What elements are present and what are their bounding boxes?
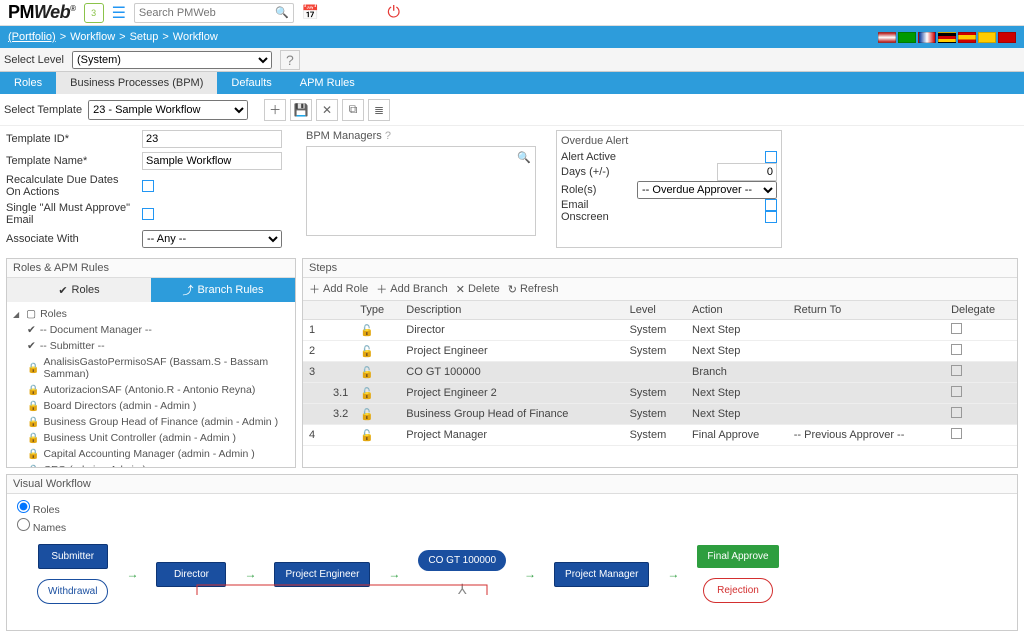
arrow-icon: → <box>126 567 138 581</box>
list-item[interactable]: 🔒AutorizacionSAF (Antonio.R - Antonio Re… <box>13 382 289 398</box>
overdue-title: Overdue Alert <box>561 135 777 147</box>
template-id-label: Template ID* <box>6 133 136 145</box>
add-role-button[interactable]: ＋Add Role <box>309 281 368 297</box>
subtab-branch[interactable]: ⤴Branch Rules <box>151 278 295 302</box>
list-item[interactable]: 🔒CEO (admin - Admin ) <box>13 462 289 467</box>
help-icon[interactable]: ? <box>280 50 300 70</box>
save-button[interactable]: 💾 <box>290 99 312 121</box>
node-rejection[interactable]: Rejection <box>703 578 773 603</box>
template-name-field[interactable] <box>142 152 282 170</box>
steps-table[interactable]: Type Description Level Action Return To … <box>303 301 1017 446</box>
node-submitter[interactable]: Submitter <box>38 544 108 569</box>
node-final[interactable]: Final Approve <box>697 545 778 568</box>
bpm-managers-label: BPM Managers ? <box>306 130 536 142</box>
overdue-roles-dropdown[interactable]: -- Overdue Approver -- <box>637 181 777 199</box>
table-row[interactable]: 3.2🔓Business Group Head of FinanceSystem… <box>303 404 1017 425</box>
bpm-managers-box[interactable]: 🔍 <box>306 146 536 236</box>
list-item[interactable]: 🔒Business Group Head of Finance (admin -… <box>13 414 289 430</box>
associate-label: Associate With <box>6 233 136 245</box>
node-director[interactable]: Director <box>156 562 226 587</box>
select-template-label: Select Template <box>4 104 82 116</box>
single-approve-checkbox[interactable] <box>142 208 154 220</box>
new-button[interactable]: ＋ <box>264 99 286 121</box>
list-button[interactable]: ≣ <box>368 99 390 121</box>
node-co[interactable]: CO GT 100000 <box>418 550 506 571</box>
list-item[interactable]: ✔-- Document Manager -- <box>13 322 289 338</box>
days-field[interactable] <box>717 163 777 181</box>
select-level-dropdown[interactable]: (System) <box>72 51 272 69</box>
arrow-icon: → <box>388 567 400 581</box>
table-row[interactable]: 4🔓Project ManagerSystemFinal Approve-- P… <box>303 425 1017 446</box>
subtab-roles[interactable]: ✔Roles <box>7 278 151 302</box>
add-branch-button[interactable]: ＋Add Branch <box>376 281 447 297</box>
tab-defaults[interactable]: Defaults <box>217 72 285 94</box>
overdue-email-checkbox[interactable] <box>765 199 777 211</box>
tab-roles[interactable]: Roles <box>0 72 56 94</box>
app-logo: PMWeb® <box>8 2 76 23</box>
tab-bpm[interactable]: Business Processes (BPM) <box>56 72 217 94</box>
roles-panel-header: Roles & APM Rules <box>7 259 295 278</box>
breadcrumb: (Portfolio) >Workflow >Setup >Workflow <box>8 31 218 43</box>
workflow-diagram: Submitter Withdrawal → Director → Projec… <box>17 540 1007 624</box>
search-icon: 🔍 <box>275 6 289 19</box>
list-item[interactable]: 🔒Capital Accounting Manager (admin - Adm… <box>13 446 289 462</box>
radio-names[interactable]: Names <box>17 518 1007 534</box>
delete-step-button[interactable]: ✕Delete <box>456 281 500 297</box>
copy-button[interactable]: ⧉ <box>342 99 364 121</box>
refresh-button[interactable]: ↻Refresh <box>508 281 559 297</box>
delete-button[interactable]: ✕ <box>316 99 338 121</box>
breadcrumb-portfolio[interactable]: (Portfolio) <box>8 31 56 43</box>
recalc-label: Recalculate Due Dates On Actions <box>6 174 136 198</box>
table-row[interactable]: 1🔓DirectorSystemNext Step <box>303 320 1017 341</box>
node-pm[interactable]: Project Manager <box>554 562 649 587</box>
node-pe[interactable]: Project Engineer <box>274 562 370 587</box>
list-item[interactable]: 🔒Business Unit Controller (admin - Admin… <box>13 430 289 446</box>
table-row[interactable]: 2🔓Project EngineerSystemNext Step <box>303 341 1017 362</box>
select-level-label: Select Level <box>4 54 64 66</box>
list-item[interactable]: 🔒Board Directors (admin - Admin ) <box>13 398 289 414</box>
template-name-label: Template Name* <box>6 155 136 167</box>
single-approve-label: Single "All Must Approve" Email <box>6 202 136 226</box>
table-row[interactable]: 3🔓CO GT 100000Branch <box>303 362 1017 383</box>
node-withdrawal[interactable]: Withdrawal <box>37 579 108 604</box>
steps-header: Steps <box>303 259 1017 278</box>
arrow-icon: → <box>244 567 256 581</box>
search-input[interactable]: 🔍 <box>134 3 294 23</box>
visual-header: Visual Workflow <box>7 475 1017 494</box>
tab-apm[interactable]: APM Rules <box>286 72 369 94</box>
power-icon[interactable]: ⏻ <box>387 4 400 22</box>
menu-icon[interactable]: ☰ <box>112 3 126 23</box>
roles-list[interactable]: ▢Roles ✔-- Document Manager --✔-- Submit… <box>7 302 295 467</box>
shield-badge: 3 <box>84 3 104 23</box>
alert-active-checkbox[interactable] <box>765 151 777 163</box>
calendar-icon[interactable]: 📅 <box>302 4 319 21</box>
recalc-checkbox[interactable] <box>142 180 154 192</box>
arrow-icon: → <box>524 567 536 581</box>
list-item[interactable]: ✔-- Submitter -- <box>13 338 289 354</box>
language-flags[interactable] <box>878 32 1016 43</box>
arrow-icon: → <box>667 567 679 581</box>
overdue-onscreen-checkbox[interactable] <box>765 211 777 223</box>
search-icon[interactable]: 🔍 <box>517 151 531 164</box>
radio-roles[interactable]: Roles <box>17 500 1007 516</box>
select-template-dropdown[interactable]: 23 - Sample Workflow <box>88 100 248 120</box>
template-id-field[interactable] <box>142 130 282 148</box>
table-row[interactable]: 3.1🔓Project Engineer 2SystemNext Step <box>303 383 1017 404</box>
list-item[interactable]: 🔒AnalisisGastoPermisoSAF (Bassam.S - Bas… <box>13 354 289 382</box>
associate-dropdown[interactable]: -- Any -- <box>142 230 282 248</box>
branch-icon: ⅄ <box>458 581 467 598</box>
